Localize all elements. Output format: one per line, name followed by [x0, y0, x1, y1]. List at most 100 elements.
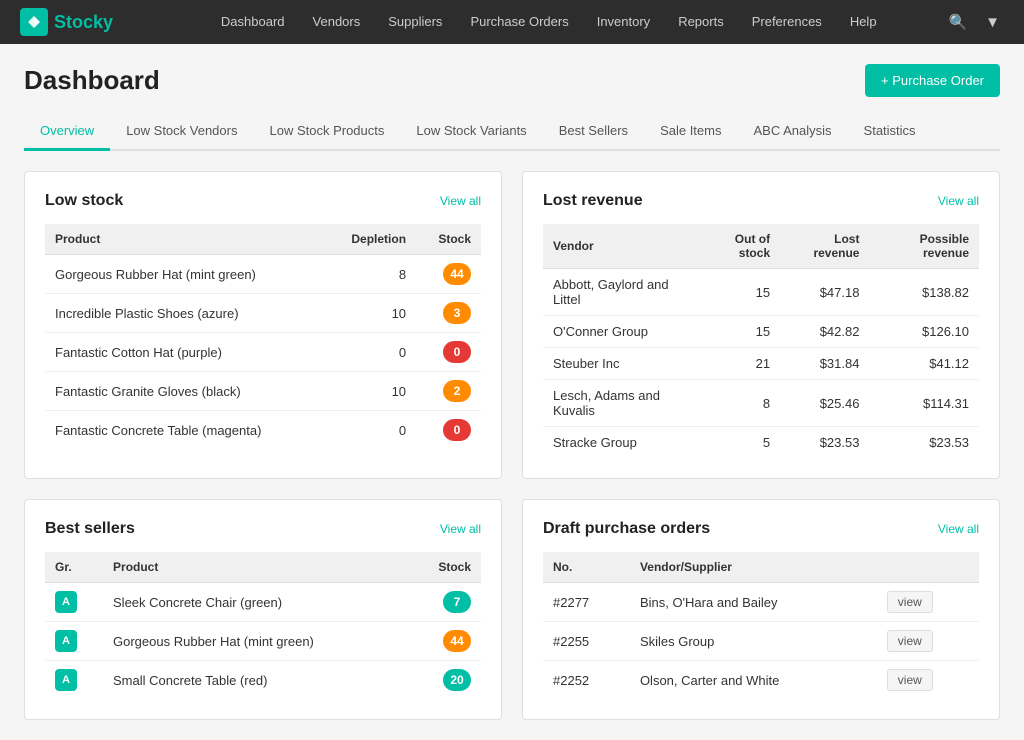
product-name: Gorgeous Rubber Hat (mint green) — [45, 255, 324, 294]
table-row: Fantastic Cotton Hat (purple) 0 0 — [45, 333, 481, 372]
stock-badge: 20 — [408, 661, 481, 700]
col-product: Product — [45, 224, 324, 255]
stock-badge: 2 — [416, 372, 481, 411]
col-vendor-supplier: Vendor/Supplier — [630, 552, 877, 583]
tab-best-sellers[interactable]: Best Sellers — [543, 113, 644, 151]
vendor-supplier: Bins, O'Hara and Bailey — [630, 583, 877, 622]
tab-low-stock-variants[interactable]: Low Stock Variants — [400, 113, 542, 151]
stock-badge: 3 — [416, 294, 481, 333]
table-row: Steuber Inc 21 $31.84 $41.12 — [543, 348, 979, 380]
product-name: Fantastic Concrete Table (magenta) — [45, 411, 324, 450]
vendor-name: Steuber Inc — [543, 348, 697, 380]
tab-low-stock-vendors[interactable]: Low Stock Vendors — [110, 113, 253, 151]
depletion-value: 8 — [324, 255, 416, 294]
low-stock-table: Product Depletion Stock Gorgeous Rubber … — [45, 224, 481, 449]
nav-vendors[interactable]: Vendors — [299, 0, 375, 44]
table-row: Fantastic Granite Gloves (black) 10 2 — [45, 372, 481, 411]
stock-badge: 0 — [416, 333, 481, 372]
lost-revenue-title: Lost revenue — [543, 192, 643, 210]
lost-revenue-value: $23.53 — [780, 427, 869, 459]
search-button[interactable]: 🔍 — [944, 9, 971, 35]
table-row: Fantastic Concrete Table (magenta) 0 0 — [45, 411, 481, 450]
lost-revenue-value: $31.84 — [780, 348, 869, 380]
depletion-value: 10 — [324, 372, 416, 411]
draft-orders-header: Draft purchase orders View all — [543, 520, 979, 538]
product-name: Gorgeous Rubber Hat (mint green) — [103, 622, 408, 661]
col-product-name: Product — [103, 552, 408, 583]
vendor-name: Lesch, Adams and Kuvalis — [543, 380, 697, 427]
page-title: Dashboard — [24, 65, 160, 96]
table-row: Stracke Group 5 $23.53 $23.53 — [543, 427, 979, 459]
tab-statistics[interactable]: Statistics — [848, 113, 932, 151]
product-name: Fantastic Cotton Hat (purple) — [45, 333, 324, 372]
best-sellers-header: Best sellers View all — [45, 520, 481, 538]
order-action: view — [877, 583, 979, 622]
nav-help[interactable]: Help — [836, 0, 891, 44]
table-row: Abbott, Gaylord and Littel 15 $47.18 $13… — [543, 269, 979, 316]
possible-revenue-value: $23.53 — [869, 427, 979, 459]
best-sellers-view-all[interactable]: View all — [440, 522, 481, 536]
brand: Stocky — [20, 8, 113, 36]
possible-revenue-value: $138.82 — [869, 269, 979, 316]
nav-preferences[interactable]: Preferences — [738, 0, 836, 44]
col-depletion: Depletion — [324, 224, 416, 255]
view-order-button[interactable]: view — [887, 630, 933, 652]
nav-links: Dashboard Vendors Suppliers Purchase Ord… — [153, 0, 944, 44]
product-name: Incredible Plastic Shoes (azure) — [45, 294, 324, 333]
stock-badge: 7 — [408, 583, 481, 622]
draft-orders-card: Draft purchase orders View all No. Vendo… — [522, 499, 1000, 720]
possible-revenue-value: $41.12 — [869, 348, 979, 380]
view-order-button[interactable]: view — [887, 591, 933, 613]
nav-dashboard[interactable]: Dashboard — [207, 0, 299, 44]
stock-badge: 44 — [416, 255, 481, 294]
col-vendor: Vendor — [543, 224, 697, 269]
low-stock-view-all[interactable]: View all — [440, 194, 481, 208]
order-number: #2255 — [543, 622, 630, 661]
tab-overview[interactable]: Overview — [24, 113, 110, 151]
lost-revenue-table: Vendor Out of stock Lost revenue Possibl… — [543, 224, 979, 458]
col-action — [877, 552, 979, 583]
tab-abc-analysis[interactable]: ABC Analysis — [737, 113, 847, 151]
order-number: #2252 — [543, 661, 630, 700]
table-row: #2255 Skiles Group view — [543, 622, 979, 661]
lost-revenue-view-all[interactable]: View all — [938, 194, 979, 208]
product-name: Small Concrete Table (red) — [103, 661, 408, 700]
depletion-value: 0 — [324, 411, 416, 450]
order-action: view — [877, 622, 979, 661]
col-possible-revenue: Possible revenue — [869, 224, 979, 269]
stock-badge: 0 — [416, 411, 481, 450]
out-of-stock-value: 15 — [697, 316, 780, 348]
order-number: #2277 — [543, 583, 630, 622]
tab-sale-items[interactable]: Sale Items — [644, 113, 737, 151]
col-lost-revenue: Lost revenue — [780, 224, 869, 269]
grade-cell: A — [45, 583, 103, 622]
lost-revenue-value: $47.18 — [780, 269, 869, 316]
col-stock-bs: Stock — [408, 552, 481, 583]
col-stock: Stock — [416, 224, 481, 255]
lost-revenue-value: $25.46 — [780, 380, 869, 427]
nav-icons: 🔍 ▼ — [944, 9, 1004, 35]
best-sellers-card: Best sellers View all Gr. Product Stock … — [24, 499, 502, 720]
nav-inventory[interactable]: Inventory — [583, 0, 664, 44]
best-sellers-table: Gr. Product Stock A Sleek Concrete Chair… — [45, 552, 481, 699]
table-row: #2252 Olson, Carter and White view — [543, 661, 979, 700]
purchase-order-button[interactable]: + Purchase Order — [865, 64, 1000, 97]
col-order-no: No. — [543, 552, 630, 583]
table-row: Incredible Plastic Shoes (azure) 10 3 — [45, 294, 481, 333]
table-row: Gorgeous Rubber Hat (mint green) 8 44 — [45, 255, 481, 294]
depletion-value: 10 — [324, 294, 416, 333]
low-stock-header: Low stock View all — [45, 192, 481, 210]
view-order-button[interactable]: view — [887, 669, 933, 691]
tab-low-stock-products[interactable]: Low Stock Products — [253, 113, 400, 151]
nav-purchase-orders[interactable]: Purchase Orders — [456, 0, 582, 44]
best-sellers-title: Best sellers — [45, 520, 135, 538]
page-header: Dashboard + Purchase Order — [24, 64, 1000, 97]
out-of-stock-value: 5 — [697, 427, 780, 459]
nav-suppliers[interactable]: Suppliers — [374, 0, 456, 44]
vendor-supplier: Skiles Group — [630, 622, 877, 661]
grade-cell: A — [45, 622, 103, 661]
more-menu-button[interactable]: ▼ — [981, 10, 1004, 35]
table-row: #2277 Bins, O'Hara and Bailey view — [543, 583, 979, 622]
draft-orders-view-all[interactable]: View all — [938, 522, 979, 536]
nav-reports[interactable]: Reports — [664, 0, 738, 44]
